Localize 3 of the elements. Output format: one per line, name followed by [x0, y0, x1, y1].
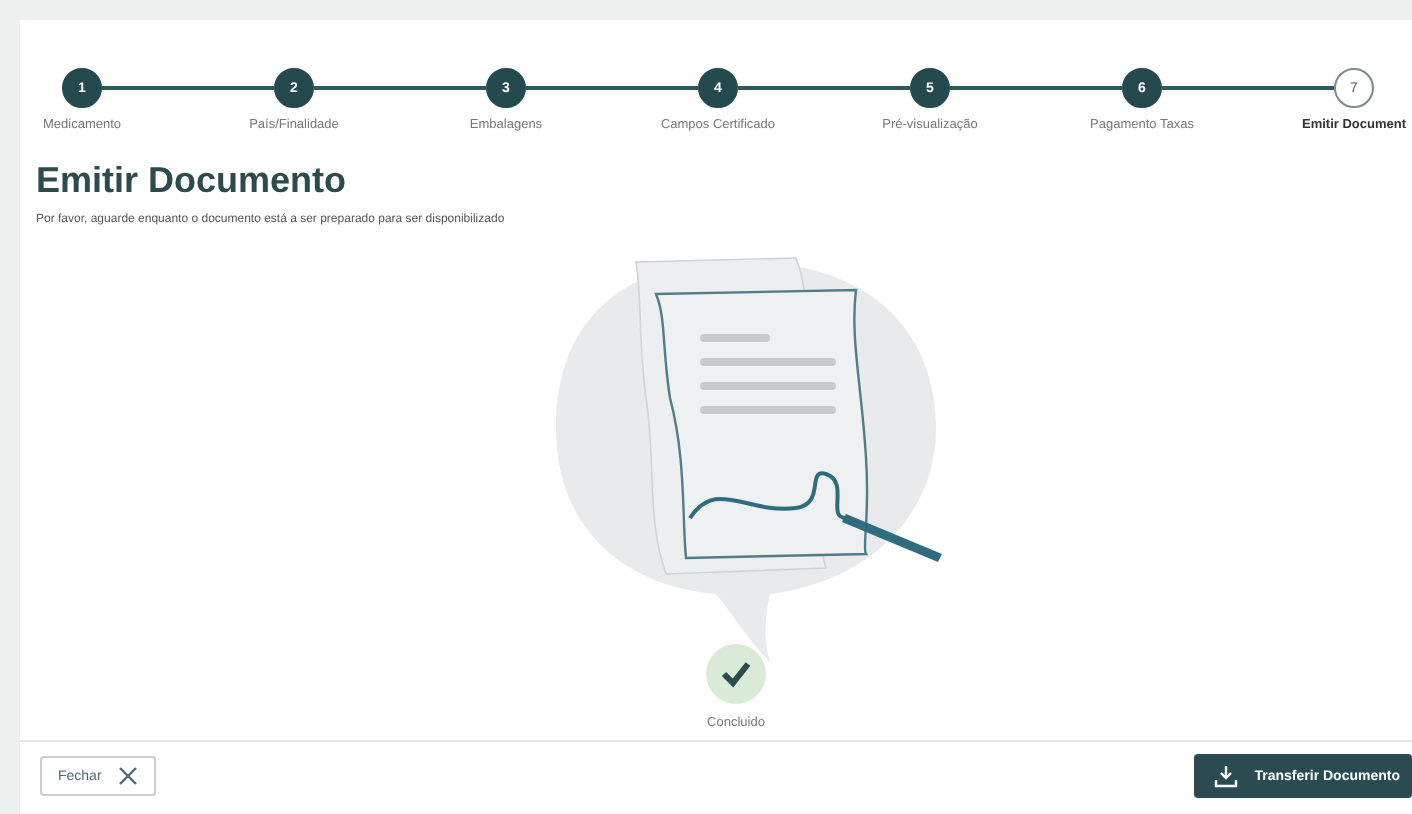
close-icon [117, 766, 138, 786]
page-title: Emitir Documento [36, 160, 349, 202]
download-icon [1214, 764, 1239, 788]
